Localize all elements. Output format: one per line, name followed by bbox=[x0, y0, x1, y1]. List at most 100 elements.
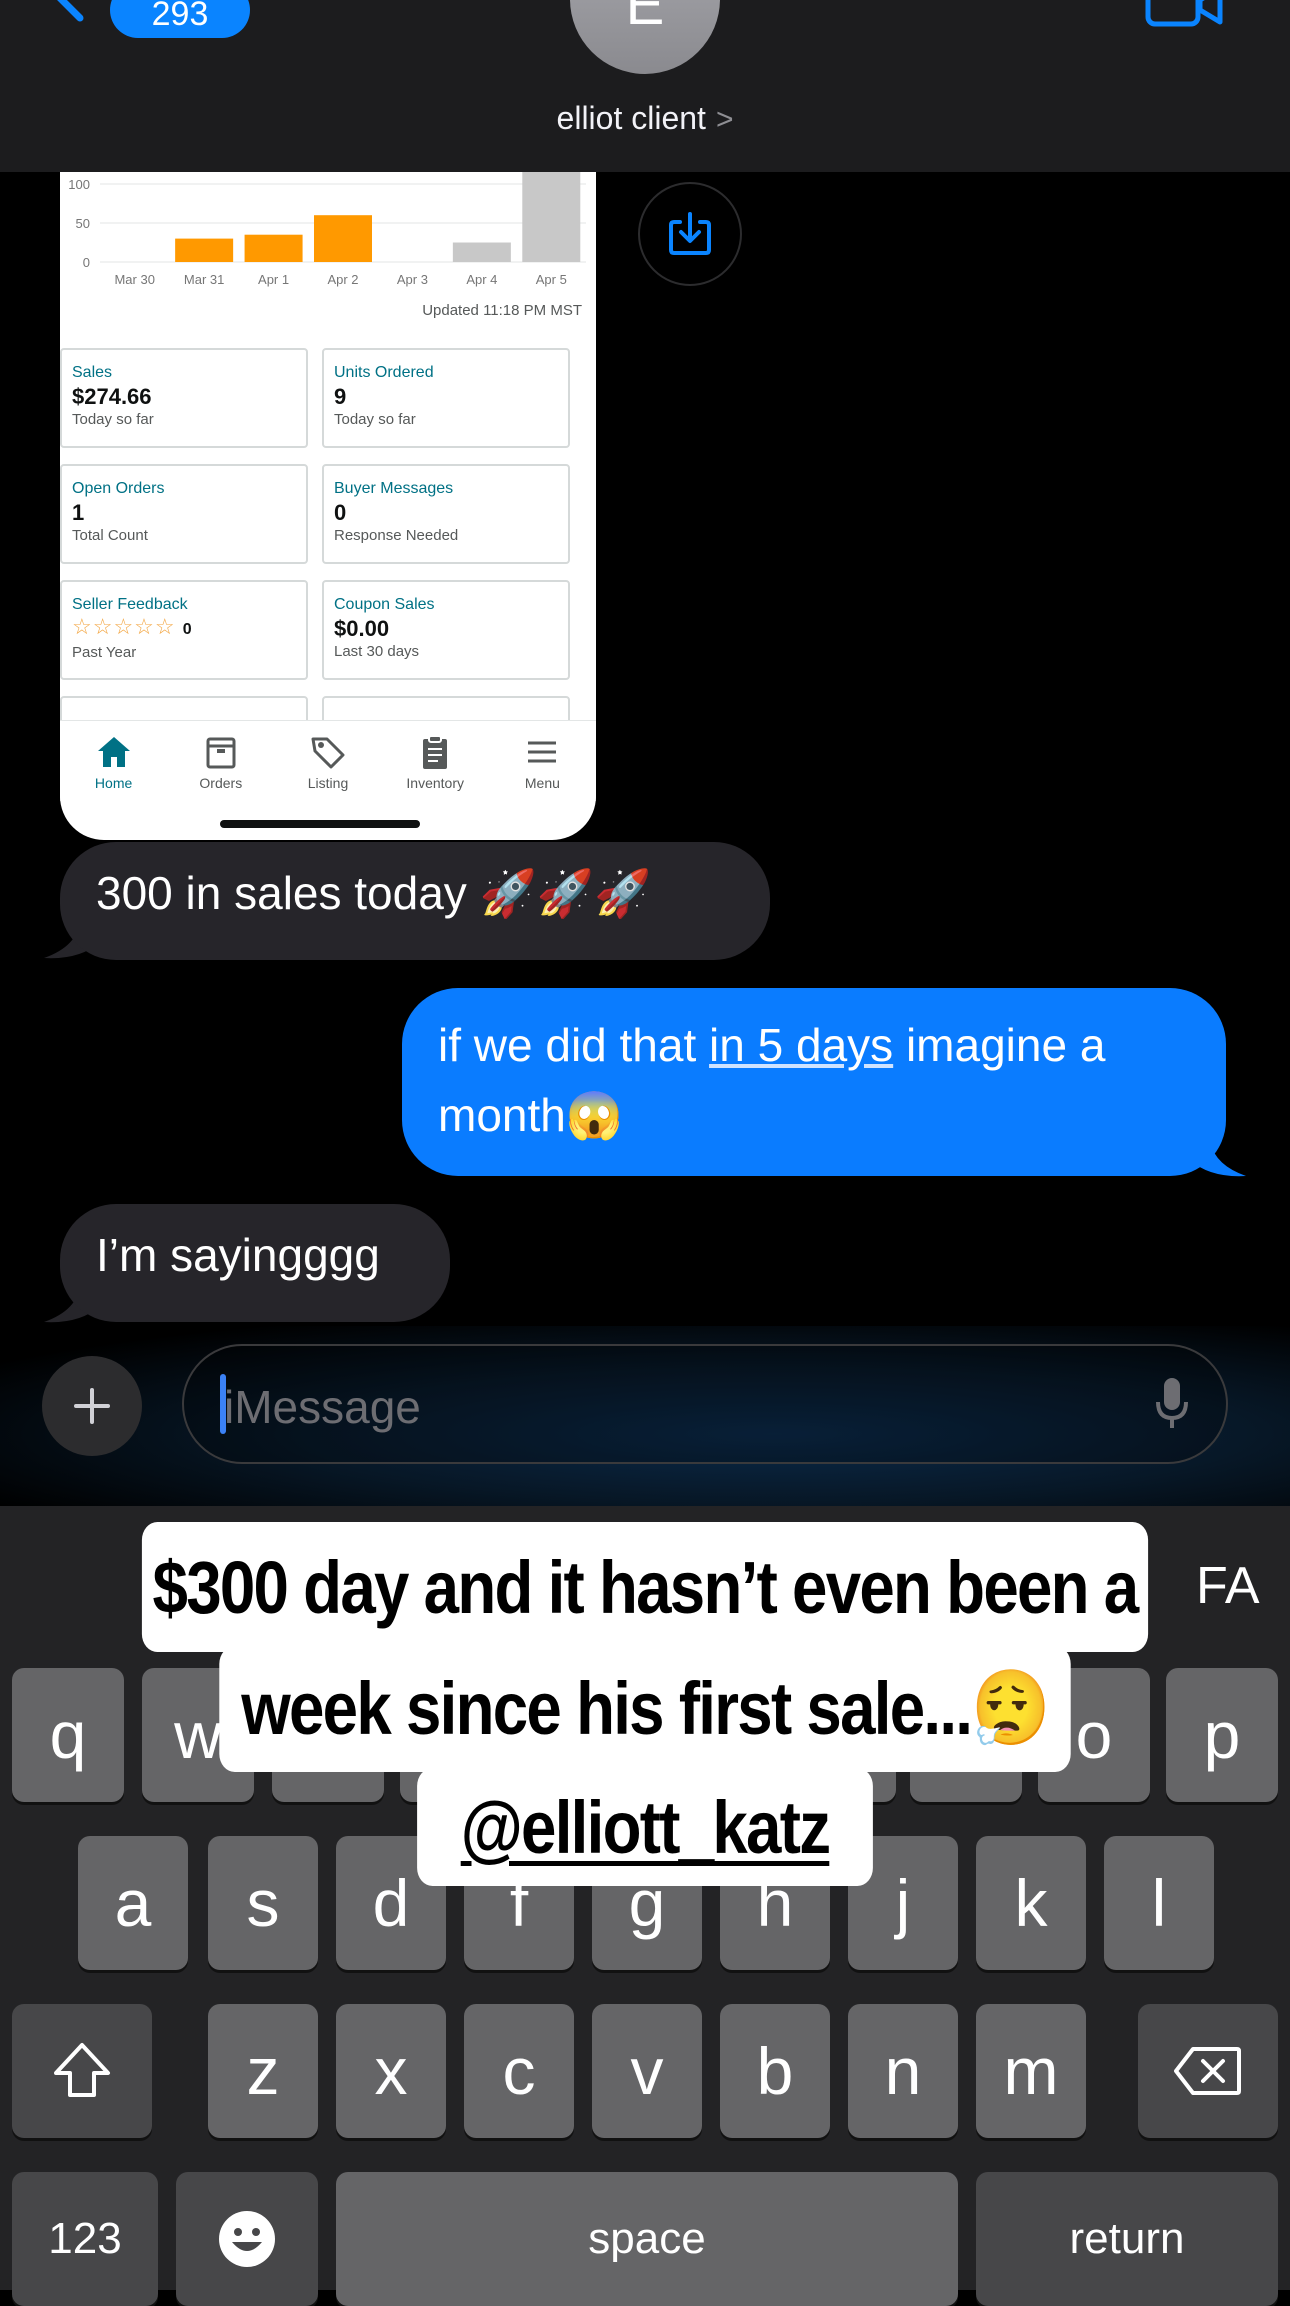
sales-card[interactable]: Sales $274.66 Today so far bbox=[60, 348, 308, 448]
card-value: 0 bbox=[334, 500, 347, 525]
story-caption-mention[interactable]: @elliott_katz bbox=[417, 1768, 873, 1886]
key-z[interactable]: z bbox=[208, 2004, 318, 2138]
space-key[interactable]: space bbox=[336, 2172, 958, 2306]
key-m[interactable]: m bbox=[976, 2004, 1086, 2138]
x-tick-label: Apr 5 bbox=[536, 272, 567, 287]
hamburger-icon bbox=[528, 741, 557, 763]
app-tab-bar: Home Orders Listing Inventory Menu bbox=[60, 720, 596, 801]
home-icon bbox=[97, 737, 130, 767]
key-l[interactable]: l bbox=[1104, 1836, 1214, 1970]
key-c[interactable]: c bbox=[464, 2004, 574, 2138]
key-b[interactable]: b bbox=[720, 2004, 830, 2138]
card-value: 9 bbox=[334, 384, 347, 409]
card-value: 0 bbox=[182, 621, 193, 638]
x-tick-label: Apr 3 bbox=[397, 272, 428, 287]
back-button[interactable]: 293 bbox=[44, 0, 250, 44]
coupon-sales-card[interactable]: Coupon Sales $0.00 Last 30 days bbox=[322, 580, 570, 680]
message-input[interactable]: iMessage bbox=[182, 1344, 1228, 1464]
apps-plus-button[interactable] bbox=[42, 1356, 142, 1456]
plus-icon bbox=[74, 1388, 110, 1424]
x-tick-label: Apr 2 bbox=[327, 272, 358, 287]
numbers-key[interactable]: 123 bbox=[12, 2172, 158, 2306]
key-s[interactable]: s bbox=[208, 1836, 318, 1970]
seller-feedback-card[interactable]: Seller Feedback ☆☆☆☆☆ 0 Past Year bbox=[60, 580, 308, 680]
tab-home[interactable]: Home bbox=[60, 721, 167, 801]
backspace-icon bbox=[1174, 2047, 1241, 2095]
card-value: $274.66 bbox=[72, 384, 152, 409]
outgoing-message[interactable]: if we did that in 5 days imagine a month… bbox=[402, 988, 1226, 1176]
shift-key[interactable] bbox=[12, 2004, 152, 2138]
card-sub: Last 30 days bbox=[334, 643, 420, 660]
card-label: Coupon Sales bbox=[334, 596, 435, 613]
card-sub: Total Count bbox=[72, 527, 148, 544]
story-caption-line-1: $300 day and it hasn’t even been a bbox=[141, 1522, 1149, 1652]
key-x[interactable]: x bbox=[336, 2004, 446, 2138]
card-value: 1 bbox=[72, 500, 85, 525]
tab-label: Orders bbox=[199, 775, 243, 791]
y-tick-label: 100 bbox=[68, 177, 90, 192]
delete-key[interactable] bbox=[1138, 2004, 1278, 2138]
facetime-video-icon[interactable] bbox=[1144, 0, 1224, 30]
card-sub: Today so far bbox=[72, 411, 154, 428]
shift-icon bbox=[54, 2043, 110, 2097]
buyer-messages-card[interactable]: Buyer Messages 0 Response Needed bbox=[322, 464, 570, 564]
card-sub: Past Year bbox=[72, 644, 137, 661]
story-caption-line-2: week since his first sale...😮‍💨 bbox=[219, 1646, 1071, 1772]
key-p[interactable]: p bbox=[1166, 1668, 1278, 1802]
tab-label: Menu bbox=[524, 775, 560, 791]
tab-label: Home bbox=[94, 775, 133, 791]
emoji-key[interactable] bbox=[176, 2172, 318, 2306]
avatar-initial: E bbox=[625, 0, 665, 37]
card-sub: Today so far bbox=[334, 411, 416, 428]
chart-bar bbox=[314, 215, 372, 262]
units-ordered-card[interactable]: Units Ordered 9 Today so far bbox=[322, 348, 570, 448]
mention-handle: @elliott_katz bbox=[460, 1785, 831, 1869]
card-value: $0.00 bbox=[334, 616, 390, 641]
contact-name: elliot client bbox=[556, 100, 706, 136]
key-v[interactable]: v bbox=[592, 2004, 702, 2138]
keyboard-top-label: FA bbox=[1196, 1557, 1260, 1615]
sales-bar-chart: 0 50 100 Mar 30 Mar 31 Apr 1 Apr 2 Apr 3 Apr 4 Ap… bbox=[68, 172, 586, 287]
home-indicator bbox=[220, 820, 420, 828]
return-key[interactable]: return bbox=[976, 2172, 1278, 2306]
chart-bar bbox=[522, 172, 581, 262]
key-n[interactable]: n bbox=[848, 2004, 958, 2138]
tab-label: Listing bbox=[307, 775, 349, 791]
chart-bar bbox=[175, 238, 234, 262]
incoming-message[interactable]: I’m sayingggg bbox=[60, 1204, 450, 1322]
card-label: Seller Feedback bbox=[72, 596, 188, 613]
box-icon bbox=[206, 737, 236, 769]
updated-timestamp: Updated 11:18 PM MST bbox=[422, 302, 582, 319]
tab-menu[interactable]: Menu bbox=[489, 721, 596, 801]
date-link[interactable]: in 5 days bbox=[709, 1019, 893, 1071]
card-sub: Response Needed bbox=[334, 527, 459, 544]
star-rating: ☆☆☆☆☆ 0 bbox=[72, 614, 306, 643]
tab-orders[interactable]: Orders bbox=[167, 721, 274, 801]
contact-name-button[interactable]: elliot client > bbox=[0, 100, 1290, 137]
tab-inventory[interactable]: Inventory bbox=[382, 721, 489, 801]
key-a[interactable]: a bbox=[78, 1836, 188, 1970]
chart-bar bbox=[452, 242, 511, 262]
open-orders-card[interactable]: Open Orders 1 Total Count bbox=[60, 464, 308, 564]
x-tick-label: Apr 1 bbox=[258, 272, 289, 287]
x-tick-label: Mar 30 bbox=[114, 272, 154, 287]
key-q[interactable]: q bbox=[12, 1668, 124, 1802]
y-tick-label: 0 bbox=[83, 255, 90, 270]
tab-listing[interactable]: Listing bbox=[274, 721, 381, 801]
incoming-message[interactable]: 300 in sales today 🚀🚀🚀 bbox=[60, 842, 770, 960]
emoji-icon bbox=[219, 2211, 275, 2267]
card-label: Buyer Messages bbox=[334, 480, 454, 497]
chart-bar bbox=[244, 234, 303, 262]
x-tick-label: Apr 4 bbox=[466, 272, 497, 287]
image-attachment[interactable]: 0 50 100 Mar 30 Mar 31 Apr 1 Apr 2 Apr 3 Apr 4 Ap… bbox=[60, 172, 596, 840]
card-label: Open Orders bbox=[72, 480, 165, 497]
x-tick-label: Mar 31 bbox=[184, 272, 224, 287]
save-image-button[interactable] bbox=[638, 182, 742, 286]
tab-label: Inventory bbox=[406, 775, 464, 791]
clipboard-icon bbox=[423, 735, 448, 769]
download-icon bbox=[669, 212, 711, 255]
key-k[interactable]: k bbox=[976, 1836, 1086, 1970]
y-tick-label: 50 bbox=[76, 216, 90, 231]
back-chevron-icon bbox=[57, 0, 84, 22]
microphone-icon[interactable] bbox=[1154, 1376, 1190, 1432]
